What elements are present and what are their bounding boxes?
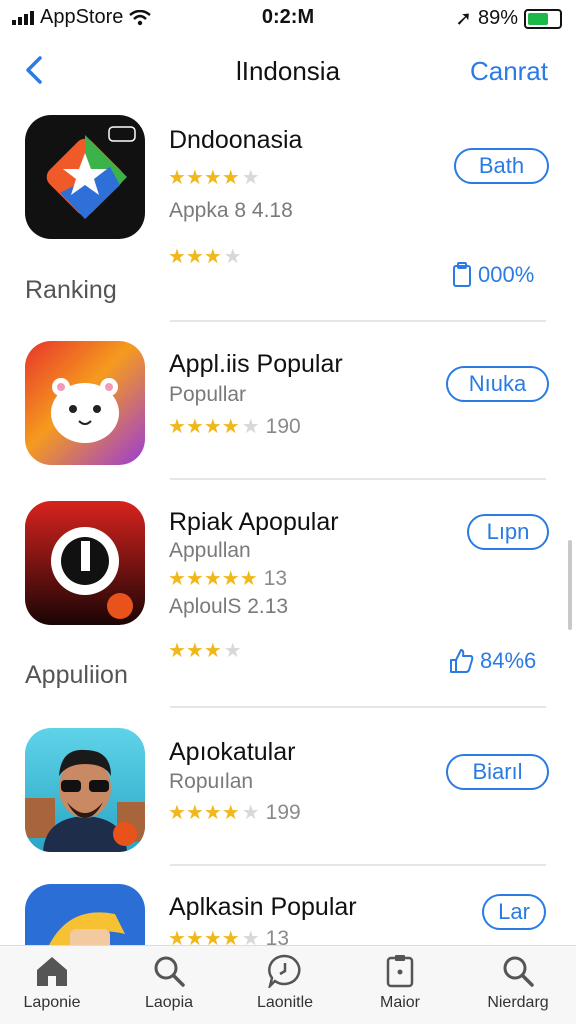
section-rating-stars: ★★★ ★ bbox=[168, 246, 242, 268]
divider bbox=[170, 864, 546, 866]
rating-stars: ★★★★★13 bbox=[168, 566, 288, 591]
percent-value: 000% bbox=[478, 262, 535, 287]
app-subtitle: Popullar bbox=[169, 383, 247, 406]
rating-count: 13 bbox=[263, 566, 288, 590]
battery-percent: 89% bbox=[477, 7, 518, 29]
app-name: Appl.iis Popular bbox=[169, 350, 343, 378]
app-name: Apıokatular bbox=[169, 738, 296, 766]
home-icon bbox=[37, 957, 67, 986]
app-subtitle: Appullan bbox=[169, 539, 251, 562]
app-name: Aplkasin Popular bbox=[169, 893, 357, 921]
app-icon bbox=[25, 115, 145, 239]
get-button[interactable]: Biarıl bbox=[446, 754, 549, 790]
get-button[interactable]: Lar bbox=[482, 894, 546, 930]
app-meta: AploulS 2.13 bbox=[169, 595, 289, 618]
chat-clock-icon bbox=[268, 954, 301, 988]
percent-indicator: 000% bbox=[452, 262, 534, 288]
app-name: Dndoonasia bbox=[169, 126, 303, 154]
rating-stars: ★★★★ ★ bbox=[168, 167, 260, 189]
percent-indicator: 84%6 bbox=[448, 648, 536, 674]
clipboard-icon bbox=[386, 955, 414, 988]
app-icon bbox=[25, 341, 145, 465]
tab-label: Nierdarg bbox=[487, 994, 549, 1011]
rating-count: 190 bbox=[265, 414, 301, 438]
tab-search-2[interactable]: Nierdarg bbox=[463, 954, 573, 1012]
tab-bar: Laponie Laopia Laonitle Maior Nierdarg bbox=[0, 945, 576, 1024]
status-bar: AppStore 0:2:M ➚ 89% bbox=[0, 0, 576, 36]
tab-clipboard[interactable]: Maior bbox=[345, 954, 455, 1012]
get-button[interactable]: Lıpn bbox=[467, 514, 549, 550]
app-subtitle: Ropuılan bbox=[169, 770, 254, 793]
percent-value: 84%6 bbox=[480, 648, 537, 673]
app-name: Rpiak Apopular bbox=[169, 508, 339, 536]
tab-home[interactable]: Laponie bbox=[0, 954, 107, 1012]
battery-icon bbox=[524, 8, 562, 29]
app-icon bbox=[25, 501, 145, 625]
get-button[interactable]: Bath bbox=[454, 148, 549, 184]
app-icon bbox=[25, 728, 145, 852]
rating-stars: ★★★★ ★ 199 bbox=[168, 800, 301, 825]
section-heading: Appuliion bbox=[25, 661, 128, 689]
tab-label: Laopia bbox=[144, 994, 194, 1011]
thumbs-up-icon bbox=[450, 649, 474, 673]
tab-label: Laponie bbox=[23, 994, 81, 1011]
divider bbox=[170, 706, 546, 708]
navigation-bar: lIndonsia Canrat bbox=[0, 44, 576, 100]
search-icon bbox=[503, 956, 534, 987]
section-heading: Ranking bbox=[25, 276, 117, 304]
divider bbox=[170, 320, 546, 322]
location-icon: ➚ bbox=[455, 8, 472, 30]
rating-stars: ★★★★ ★ 190 bbox=[168, 414, 301, 439]
tab-chat[interactable]: Laonitle bbox=[230, 954, 340, 1012]
section-rating-stars: ★★★ ★ bbox=[168, 640, 242, 662]
get-button[interactable]: Nıuka bbox=[446, 366, 549, 402]
clipboard-icon bbox=[453, 262, 471, 287]
divider bbox=[170, 478, 546, 480]
app-meta: Appka 8 4.18 bbox=[169, 199, 293, 222]
tab-search[interactable]: Laopia bbox=[114, 954, 224, 1012]
scrollbar[interactable] bbox=[568, 540, 572, 630]
tab-label: Laonitle bbox=[256, 994, 314, 1011]
cancel-button[interactable]: Canrat bbox=[470, 56, 548, 87]
tab-label: Maior bbox=[379, 994, 420, 1011]
rating-count: 199 bbox=[265, 800, 301, 824]
search-icon bbox=[154, 956, 185, 987]
